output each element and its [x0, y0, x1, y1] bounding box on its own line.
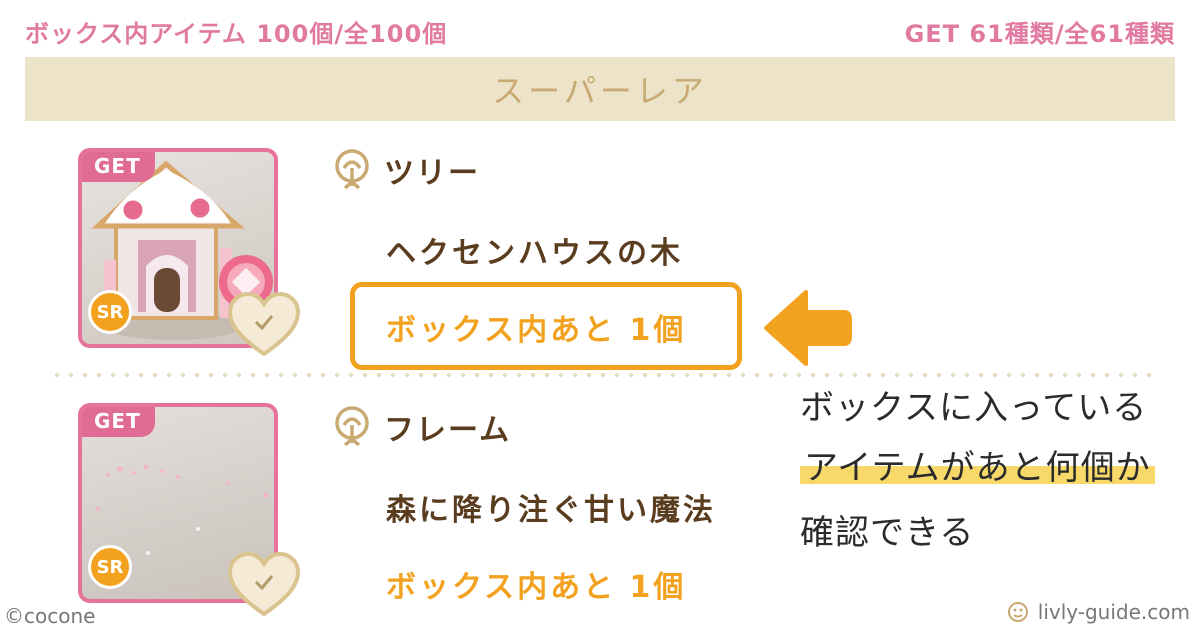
sr-badge: SR [88, 290, 132, 334]
annotation-line-3: 確認できる [800, 513, 975, 553]
annotation-line-1: ボックスに入っている [800, 388, 1148, 428]
box-item-count: ボックス内アイテム 100個/全100個 [25, 20, 448, 48]
get-count: GET 61種類/全61種類 [904, 20, 1175, 48]
category-label: ツリー [384, 156, 480, 191]
arrow-left-icon [764, 290, 852, 366]
item-name: 森に降り注ぐ甘い魔法 [386, 493, 716, 528]
rarity-label: スーパーレア [492, 72, 708, 110]
remaining-count: ボックス内あと 1個 [386, 313, 687, 348]
annotation-highlight: アイテムがあと何個か [800, 448, 1155, 488]
divider [50, 372, 1160, 378]
favorite-heart-icon[interactable] [226, 290, 302, 360]
tree-icon [335, 406, 369, 447]
get-tag: GET [82, 152, 155, 182]
category-label: フレーム [384, 413, 512, 448]
remaining-count: ボックス内あと 1個 [386, 570, 687, 605]
category-row-1: ツリー [330, 148, 480, 192]
rarity-header: スーパーレア [25, 57, 1175, 121]
item-name: ヘクセンハウスの木 [386, 236, 683, 271]
copyright: ©cocone [4, 604, 96, 628]
site-credit: livly-guide.com [1006, 600, 1190, 624]
get-tag: GET [82, 407, 155, 437]
sr-badge: SR [88, 545, 132, 589]
site-logo-icon [1007, 602, 1028, 622]
annotation-line-2: アイテムがあと何個か [800, 440, 1155, 489]
site-url: livly-guide.com [1037, 600, 1190, 624]
favorite-heart-icon[interactable] [226, 550, 302, 620]
category-row-2: フレーム [330, 405, 511, 449]
tree-icon [335, 149, 369, 190]
